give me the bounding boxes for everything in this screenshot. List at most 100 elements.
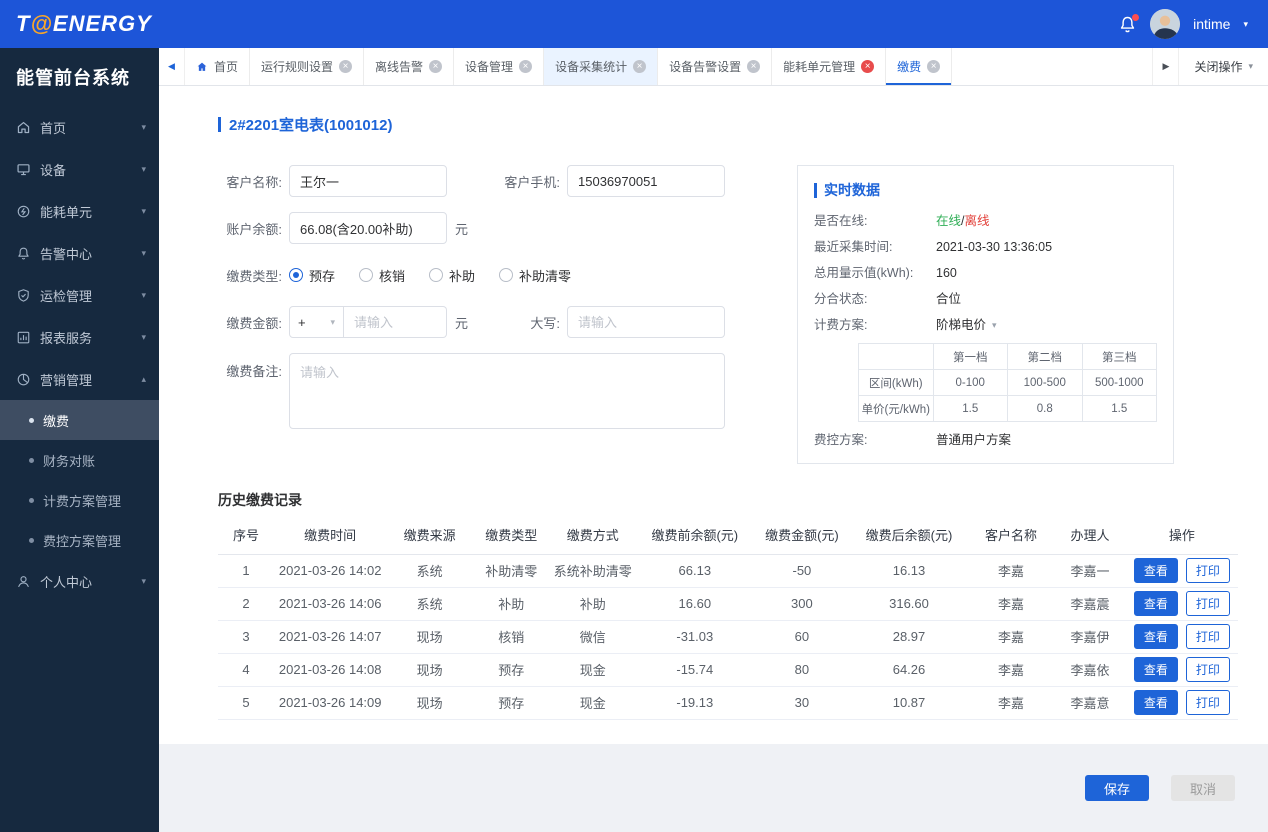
realtime-rows: 最近采集时间: 2021-03-30 13:36:05 总用量示值(kWh): 160… bbox=[814, 239, 1157, 308]
cancel-button[interactable]: 取消 bbox=[1170, 775, 1235, 801]
user-menu-caret-icon[interactable]: ▾ bbox=[1243, 19, 1248, 30]
tab-device-alarm-settings[interactable]: 设备告警设置 × bbox=[658, 48, 773, 85]
realtime-title: 实时数据 bbox=[814, 180, 1157, 200]
form-row: 账户余额: 元 bbox=[218, 212, 725, 244]
tier-row-label: 区间(kWh) bbox=[858, 369, 934, 396]
sidebar-subitem-billing-plan-management[interactable]: 计费方案管理 bbox=[0, 480, 159, 520]
save-button[interactable]: 保存 bbox=[1084, 775, 1149, 801]
sidebar-item-device[interactable]: 设备 ▾ bbox=[0, 148, 159, 190]
uppercase-amount-input[interactable] bbox=[567, 306, 725, 338]
history-cell: 补助清零 bbox=[472, 554, 550, 588]
sidebar-item-alarm-center[interactable]: 告警中心 ▾ bbox=[0, 232, 159, 274]
pay-type-radio-writeoff[interactable]: 核销 bbox=[359, 266, 405, 285]
amount-sign-select[interactable]: + ▾ bbox=[289, 306, 344, 338]
sidebar-item-label: 告警中心 bbox=[40, 246, 93, 262]
sidebar-subitem-payment[interactable]: 缴费 bbox=[0, 400, 159, 440]
close-actions-dropdown[interactable]: 关闭操作 ▾ bbox=[1178, 48, 1268, 85]
print-button[interactable]: 打印 bbox=[1185, 558, 1230, 583]
chevron-down-icon: ▾ bbox=[141, 121, 146, 132]
tab-close-icon[interactable]: × bbox=[429, 60, 443, 73]
online-status-label: 是否在线: bbox=[814, 214, 868, 228]
pay-type-radio-prepay[interactable]: 预存 bbox=[289, 266, 335, 285]
history-row: 4 2021-03-26 14:08 现场 预存 现金 -15.74 80 64.26 李嘉 李嘉… bbox=[218, 653, 1238, 687]
tab-label: 离线告警 bbox=[375, 60, 424, 74]
username: intime bbox=[1193, 16, 1231, 32]
avatar[interactable] bbox=[1150, 9, 1181, 39]
radio-unchecked-icon bbox=[359, 268, 374, 282]
history-cell: 80 bbox=[753, 653, 851, 687]
tab-device-collection-stats[interactable]: 设备采集统计 × bbox=[544, 48, 659, 85]
tab-close-icon[interactable]: × bbox=[633, 60, 647, 73]
sidebar-item-energy-unit[interactable]: 能耗单元 ▾ bbox=[0, 190, 159, 232]
print-button[interactable]: 打印 bbox=[1185, 624, 1230, 649]
print-button[interactable]: 打印 bbox=[1185, 690, 1230, 715]
home-icon bbox=[16, 120, 31, 135]
pay-remark-textarea[interactable] bbox=[289, 353, 725, 429]
notification-bell-icon[interactable] bbox=[1118, 13, 1140, 34]
customer-phone-label: 客户手机: bbox=[504, 174, 560, 190]
sidebar-item-report-service[interactable]: 报表服务 ▾ bbox=[0, 316, 159, 358]
history-header-cell: 缴费时间 bbox=[274, 516, 387, 555]
realtime-value: 合位 bbox=[936, 292, 962, 306]
amount-sign-value: + bbox=[298, 314, 306, 330]
tab-payment[interactable]: 缴费 × bbox=[886, 48, 953, 85]
history-cell: 现场 bbox=[386, 653, 473, 687]
history-cell: 2021-03-26 14:06 bbox=[274, 587, 387, 621]
tab-close-icon[interactable]: × bbox=[861, 60, 875, 73]
sidebar-item-personal-center[interactable]: 个人中心 ▾ bbox=[0, 560, 159, 602]
app-window: T@ENERGY intime ▾ 能管前台系统 首页 ▾ 设备 ▾ 能耗单元 ▾ 告警中心… bbox=[0, 0, 1268, 832]
realtime-value: 160 bbox=[936, 266, 957, 280]
history-title: 历史缴费记录 bbox=[218, 492, 302, 508]
customer-phone-input[interactable] bbox=[567, 165, 725, 197]
tab-close-icon[interactable]: × bbox=[927, 60, 941, 73]
sidebar-item-inspection-management[interactable]: 运检管理 ▾ bbox=[0, 274, 159, 316]
tab-home[interactable]: 首页 bbox=[185, 48, 251, 85]
tier-cell: 0.8 bbox=[1007, 395, 1083, 422]
tab-close-icon[interactable]: × bbox=[747, 60, 761, 73]
tab-close-icon[interactable]: × bbox=[339, 60, 353, 73]
tab-device-management[interactable]: 设备管理 × bbox=[454, 48, 545, 85]
pay-type-radio-subsidy-clear[interactable]: 补助清零 bbox=[499, 266, 571, 285]
sidebar-subitem-fee-control-plan-management[interactable]: 费控方案管理 bbox=[0, 520, 159, 560]
history-cell: 10.87 bbox=[850, 686, 968, 720]
form-row: 缴费类型: 预存 核销 补助 补助清零 bbox=[218, 259, 725, 291]
history-actions-cell: 查看 打印 bbox=[1125, 587, 1238, 621]
tabs-scroll-right-icon[interactable]: ▶ bbox=[1152, 48, 1178, 85]
pay-amount-input[interactable] bbox=[344, 306, 447, 338]
realtime-value: 2021-03-30 13:36:05 bbox=[936, 240, 1053, 254]
tab-label: 设备管理 bbox=[465, 60, 514, 74]
sidebar-item-home[interactable]: 首页 ▾ bbox=[0, 106, 159, 148]
tabs-scroll-left-icon[interactable]: ◀ bbox=[159, 48, 185, 85]
tab-close-icon[interactable]: × bbox=[519, 60, 533, 73]
history-table: 序号 缴费时间 缴费来源 缴费类型 缴费方式 缴费前余额(元) 缴费金额(元) 缴费后余额(元… bbox=[218, 516, 1238, 720]
print-button[interactable]: 打印 bbox=[1185, 591, 1230, 616]
tab-energy-unit-management[interactable]: 能耗单元管理 × bbox=[772, 48, 887, 85]
history-section: 历史缴费记录 序号 缴费时间 缴费来源 缴费类型 缴费方式 缴费前余额(元) 缴费金额(元)… bbox=[218, 490, 1238, 744]
customer-name-input[interactable] bbox=[289, 165, 447, 197]
fee-control-value: 普通用户方案 bbox=[936, 433, 1012, 447]
view-button[interactable]: 查看 bbox=[1133, 558, 1178, 583]
view-button[interactable]: 查看 bbox=[1133, 690, 1178, 715]
view-button[interactable]: 查看 bbox=[1133, 591, 1178, 616]
account-balance-input[interactable] bbox=[289, 212, 447, 244]
sidebar-subitem-label: 缴费 bbox=[43, 413, 70, 429]
view-button[interactable]: 查看 bbox=[1133, 657, 1178, 682]
account-balance-label: 账户余额: bbox=[226, 221, 282, 237]
tier-cell: 0-100 bbox=[932, 369, 1008, 396]
sidebar-item-marketing-management[interactable]: 营销管理 ▴ bbox=[0, 358, 159, 400]
sidebar-nav: 首页 ▾ 设备 ▾ 能耗单元 ▾ 告警中心 ▾ 运检管理 ▾ 报表服务 ▾ 营销管理 ▴ 缴费 财务对账 计费方… bbox=[0, 106, 159, 602]
tab-run-rule-settings[interactable]: 运行规则设置 × bbox=[250, 48, 365, 85]
chevron-down-icon: ▾ bbox=[1248, 61, 1253, 71]
print-button[interactable]: 打印 bbox=[1185, 657, 1230, 682]
tier-header-cell: 第二档 bbox=[1007, 343, 1083, 370]
sidebar-subitem-finance-reconciliation[interactable]: 财务对账 bbox=[0, 440, 159, 480]
chevron-down-icon: ▾ bbox=[330, 316, 335, 327]
tabs-strip: 首页 运行规则设置 × 离线告警 × 设备管理 × 设备采集统计 × 设备告警设置 × 能耗单元管理 ×… bbox=[185, 48, 953, 85]
history-header-cell: 序号 bbox=[218, 516, 275, 555]
view-button[interactable]: 查看 bbox=[1133, 624, 1178, 649]
footer-bar: 保存 取消 bbox=[159, 744, 1268, 832]
tab-offline-alarm[interactable]: 离线告警 × bbox=[364, 48, 455, 85]
pay-amount-label: 缴费金额: bbox=[226, 315, 282, 331]
pay-type-radio-subsidy[interactable]: 补助 bbox=[429, 266, 475, 285]
billing-plan-select[interactable]: 阶梯电价 ▾ bbox=[936, 317, 997, 334]
